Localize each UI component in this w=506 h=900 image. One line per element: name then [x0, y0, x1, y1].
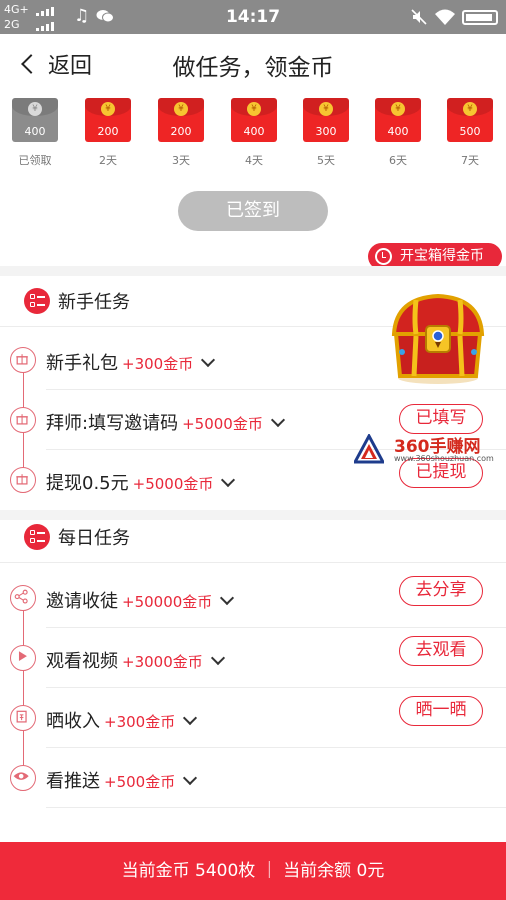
task-row[interactable]: 观看视频 +3000金币 去观看 [0, 628, 506, 688]
balance-bar: 当前金币 5400枚 ｜ 当前余额 0元 [0, 842, 506, 900]
status-time: 14:17 [225, 7, 281, 27]
task-row[interactable]: 晒收入 +300金币 晒一晒 [0, 688, 506, 748]
wifi-icon [435, 9, 455, 25]
chevron-down-icon [210, 650, 225, 666]
signed-in-button[interactable]: 已签到 [178, 191, 328, 231]
task-reward: +50000金币 [122, 593, 213, 611]
red-packet-day-5[interactable]: ¥ 300 [303, 98, 349, 142]
treasure-chest-icon[interactable] [386, 290, 490, 386]
gift-icon [10, 347, 36, 373]
coin-icon: ¥ [174, 102, 188, 116]
watermark: 360手赚网 www.360shouzhuan.com [354, 432, 502, 468]
day-label: 3天 [172, 154, 190, 167]
section-divider [0, 266, 506, 276]
coin-icon: ¥ [463, 102, 477, 116]
chevron-down-icon [270, 412, 285, 428]
task-title: 看推送 +500金币 [46, 767, 198, 793]
triangle-logo-icon [354, 434, 384, 464]
task-title: 邀请收徒 +50000金币 [46, 587, 235, 613]
chevron-down-icon [220, 590, 235, 606]
coin-icon: ¥ [247, 102, 261, 116]
chevron-down-icon [201, 352, 216, 368]
coin-icon: ¥ [28, 102, 42, 116]
task-title: 晒收入 +300金币 [46, 707, 198, 733]
red-packet-day-2[interactable]: ¥ 200 [85, 98, 131, 142]
chevron-down-icon [221, 472, 236, 488]
task-list-icon [24, 524, 50, 550]
task-reward: +5000金币 [132, 475, 214, 493]
chevron-down-icon [183, 770, 198, 786]
task-title: 观看视频 +3000金币 [46, 647, 225, 673]
clock-icon [375, 248, 392, 265]
red-packet-day-1[interactable]: ¥ 400 [12, 98, 58, 142]
task-reward: +3000金币 [122, 653, 203, 671]
packet-amount: 200 [170, 125, 192, 138]
gift-icon [10, 407, 36, 433]
daily-section-header: 每日任务 [0, 512, 506, 562]
eye-icon [10, 765, 36, 791]
chevron-down-icon [183, 710, 198, 726]
task-reward: +5000金币 [182, 415, 263, 433]
newbie-section-title: 新手任务 [58, 292, 130, 313]
red-packet-day-6[interactable]: ¥ 400 [375, 98, 421, 142]
status-bar: 4G+ 2G ♫ 14:17 [0, 0, 506, 34]
task-reward: +300金币 [122, 355, 194, 373]
packet-amount: 300 [315, 125, 337, 138]
share-button[interactable]: 去分享 [399, 576, 483, 606]
day-label: 已领取 [18, 154, 52, 167]
play-icon [10, 645, 36, 671]
watch-button[interactable]: 去观看 [399, 636, 483, 666]
coin-icon: ¥ [319, 102, 333, 116]
task-reward: +300金币 [104, 713, 176, 731]
coin-icon: ¥ [391, 102, 405, 116]
task-page: 4G+ 2G ♫ 14:17 返回 做任务，领金币 ¥ 400 已领取 ¥ 20… [0, 0, 506, 900]
daily-section-title: 每日任务 [58, 528, 130, 549]
task-row[interactable]: 邀请收徒 +50000金币 去分享 [0, 568, 506, 628]
section-line [0, 562, 506, 563]
header: 返回 做任务，领金币 [0, 34, 506, 94]
gift-icon [10, 467, 36, 493]
treasure-label: 开宝箱得金币 [400, 248, 484, 264]
show-off-button[interactable]: 晒一晒 [399, 696, 483, 726]
packet-amount: 500 [459, 125, 481, 138]
task-title: 新手礼包 +300金币 [46, 349, 216, 375]
mute-icon [411, 9, 427, 25]
page-title: 做任务，领金币 [172, 55, 334, 81]
red-packet-day-3[interactable]: ¥ 200 [158, 98, 204, 142]
watermark-url: www.360shouzhuan.com [394, 454, 494, 463]
packet-amount: 200 [97, 125, 119, 138]
packet-amount: 400 [387, 125, 409, 138]
task-title: 提现0.5元 +5000金币 [46, 469, 236, 495]
task-list-icon [24, 288, 50, 314]
coin-icon: ¥ [101, 102, 115, 116]
day-label: 7天 [461, 154, 479, 167]
day-label: 6天 [389, 154, 407, 167]
task-title: 拜师:填写邀请码 +5000金币 [46, 409, 285, 435]
task-reward: +500金币 [104, 773, 176, 791]
checkin-panel: ¥ 400 已领取 ¥ 200 2天 ¥ 200 3天 ¥ 400 4天 ¥ 3… [0, 94, 506, 244]
task-row[interactable]: 看推送 +500金币 [0, 748, 506, 808]
battery-icon [462, 10, 498, 25]
filled-button[interactable]: 已填写 [399, 404, 483, 434]
income-icon [10, 705, 36, 731]
red-packet-day-7[interactable]: ¥ 500 [447, 98, 493, 142]
packet-amount: 400 [24, 125, 46, 138]
red-packet-day-4[interactable]: ¥ 400 [231, 98, 277, 142]
share-icon [10, 585, 36, 611]
day-label: 5天 [317, 154, 335, 167]
day-label: 2天 [99, 154, 117, 167]
packet-amount: 400 [243, 125, 265, 138]
day-label: 4天 [245, 154, 263, 167]
